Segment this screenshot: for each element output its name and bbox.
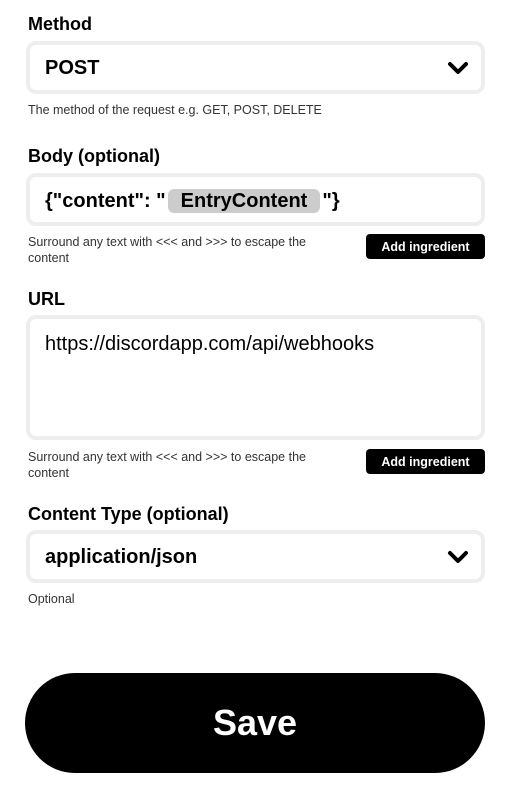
body-input[interactable]: {"content": " EntryContent "} (26, 173, 485, 226)
ingredient-pill-entrycontent[interactable]: EntryContent (167, 189, 321, 213)
save-button[interactable]: Save (25, 673, 485, 773)
url-textarea[interactable]: https://discordapp.com/api/webhooks (26, 315, 485, 440)
content-type-value: application/json (45, 546, 198, 568)
method-select[interactable]: POST (26, 41, 485, 94)
method-value: POST (45, 57, 100, 79)
chevron-down-icon (448, 61, 468, 74)
url-hint: Surround any text with <<< and >>> to es… (28, 450, 306, 480)
chevron-down-icon (448, 550, 468, 563)
method-label: Method (28, 14, 92, 34)
url-add-ingredient-button[interactable]: Add ingredient (366, 449, 485, 474)
body-value: {"content": " EntryContent "} (45, 189, 340, 213)
content-type-select[interactable]: application/json (26, 530, 485, 583)
method-hint: The method of the request e.g. GET, POST… (28, 103, 322, 117)
body-label: Body (optional) (28, 146, 160, 166)
body-suffix: "} (322, 190, 340, 212)
body-add-ingredient-button[interactable]: Add ingredient (366, 234, 485, 259)
url-label: URL (28, 289, 65, 309)
body-hint: Surround any text with <<< and >>> to es… (28, 235, 306, 265)
content-type-label: Content Type (optional) (28, 504, 229, 524)
url-value: https://discordapp.com/api/webhooks (45, 333, 375, 355)
content-type-hint: Optional (28, 592, 75, 606)
webhook-action-form: Method POST The method of the request e.… (0, 0, 509, 794)
body-prefix: {"content": " (45, 190, 166, 212)
